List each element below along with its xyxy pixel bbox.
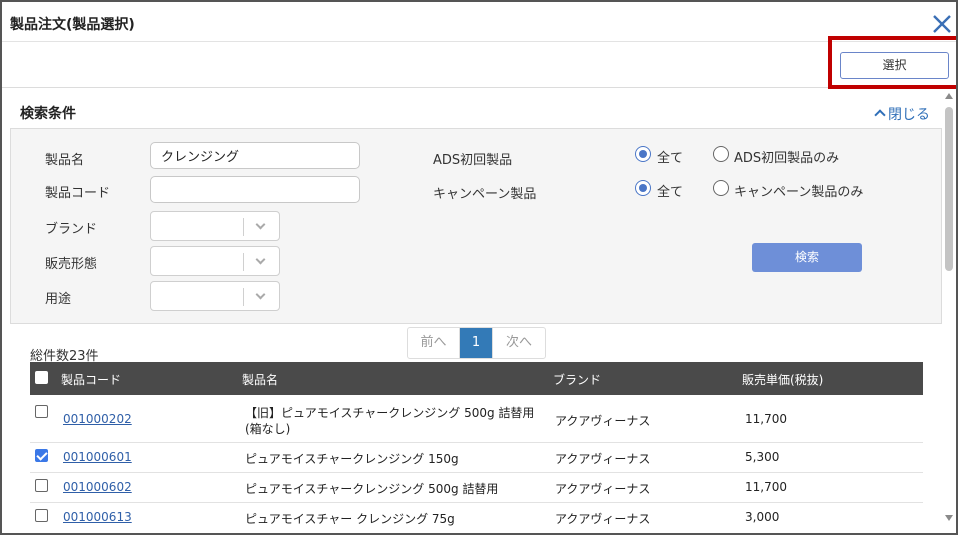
product-name: ピュアモイスチャークレンジング 150g [245,452,459,466]
ads-all-label[interactable]: 全て [657,147,683,166]
row-checkbox[interactable] [35,509,48,522]
scroll-down-icon[interactable] [945,515,953,521]
search-panel: 製品名 製品コード ブランド 販売形態 用途 ADS初回製品 全て ADS初回製… [10,129,942,324]
unit-price: 3,000 [745,510,780,524]
dialog-title: 製品注文(製品選択) [10,17,135,33]
brand: アクアヴィーナス [555,414,651,428]
table-row: 001000602 ピュアモイスチャークレンジング 500g 詰替用 アクアヴィ… [30,473,923,503]
chevron-down-icon [255,219,266,230]
results-table: 製品コード 製品名 ブランド 販売単価(税抜) 001000202 【旧】ピュア… [30,362,923,533]
product-code-link[interactable]: 001000613 [63,510,132,524]
col-unit-price: 販売単価(税抜) [742,373,824,387]
product-code-input[interactable] [150,176,360,203]
pagination: 前へ 1 次へ [407,327,546,359]
col-brand: ブランド [553,373,602,387]
chevron-down-icon [255,254,266,265]
pager-next[interactable]: 次へ [493,328,545,358]
unit-price: 11,700 [745,412,787,426]
brand-label: ブランド [45,222,98,237]
ads-first-product-label: ADS初回製品 [433,153,513,168]
campaign-product-label: キャンペーン製品 [433,187,537,202]
product-name: ピュアモイスチャークレンジング 500g 詰替用 [245,482,499,496]
row-checkbox[interactable] [35,479,48,492]
campaign-all-radio[interactable] [635,180,651,196]
close-icon[interactable] [931,13,953,35]
brand: アクアヴィーナス [555,512,651,526]
product-code-link[interactable]: 001000601 [63,450,132,464]
product-code-link[interactable]: 001000202 [63,412,132,426]
product-name: 【旧】ピュアモイスチャークレンジング 500g 詰替用(箱なし) [245,406,535,436]
pager-prev[interactable]: 前へ [408,328,460,358]
product-select-dialog: 製品注文(製品選択) 選択 検索条件 閉じる 製品名 製品コード ブランド 販売… [0,0,958,535]
table-row: 001000613 ピュアモイスチャー クレンジング 75g アクアヴィーナス … [30,503,923,533]
search-conditions-header: 検索条件 閉じる [10,89,942,129]
table-row: 001000601 ピュアモイスチャークレンジング 150g アクアヴィーナス … [30,443,923,473]
col-product-name: 製品名 [242,373,279,387]
unit-price: 5,300 [745,450,780,464]
collapse-label: 閉じる [888,107,930,123]
chevron-down-icon [255,289,266,300]
unit-price: 11,700 [745,480,787,494]
table-row: 001000202 【旧】ピュアモイスチャークレンジング 500g 詰替用(箱な… [30,395,923,443]
sales-form-select[interactable] [150,246,280,276]
brand: アクアヴィーナス [555,482,651,496]
search-conditions-title: 検索条件 [20,106,76,122]
campaign-only-radio[interactable] [713,180,729,196]
row-checkbox[interactable] [35,405,48,418]
product-code-label: 製品コード [45,186,111,201]
col-product-code: 製品コード [61,373,122,387]
collapse-link[interactable]: 閉じる [874,104,930,124]
ads-all-radio[interactable] [635,146,651,162]
action-bar [2,42,956,88]
product-name: ピュアモイスチャー クレンジング 75g [245,512,455,526]
ads-only-radio[interactable] [713,146,729,162]
select-button[interactable]: 選択 [840,52,949,79]
campaign-all-label[interactable]: 全て [657,181,683,200]
scroll-up-icon[interactable] [945,93,953,99]
chevron-up-icon [874,109,886,121]
product-code-link[interactable]: 001000602 [63,480,132,494]
scroll-thumb[interactable] [945,107,953,271]
vertical-scrollbar[interactable] [942,89,956,533]
dialog-body: 検索条件 閉じる 製品名 製品コード ブランド 販売形態 用途 ADS初回製品 … [2,89,942,533]
table-header: 製品コード 製品名 ブランド 販売単価(税抜) [30,362,923,395]
usage-select[interactable] [150,281,280,311]
ads-only-label[interactable]: ADS初回製品のみ [734,147,839,166]
sales-form-label: 販売形態 [45,257,98,272]
product-name-label: 製品名 [45,153,85,168]
search-button[interactable]: 検索 [752,243,862,272]
row-checkbox[interactable] [35,449,48,462]
brand: アクアヴィーナス [555,452,651,466]
pager-page-1[interactable]: 1 [460,328,493,358]
product-name-input[interactable] [150,142,360,169]
brand-select[interactable] [150,211,280,241]
campaign-only-label[interactable]: キャンペーン製品のみ [734,181,863,200]
dialog-titlebar: 製品注文(製品選択) [2,2,956,42]
usage-label: 用途 [45,292,72,307]
select-all-checkbox[interactable] [35,371,48,384]
